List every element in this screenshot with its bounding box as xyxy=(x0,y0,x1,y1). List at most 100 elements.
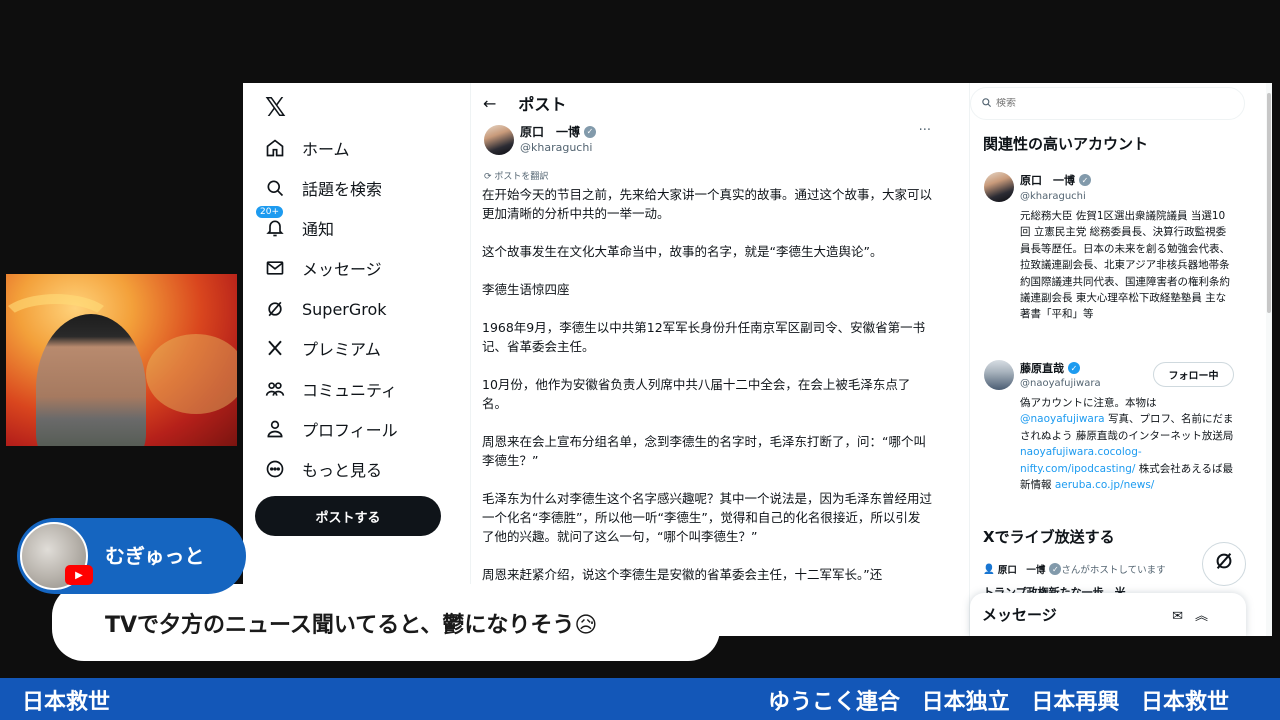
account-avatar[interactable] xyxy=(984,360,1014,390)
author-avatar[interactable] xyxy=(484,125,514,155)
account-name-text: 原口 一博 xyxy=(1020,174,1075,187)
nav-communities-label: コミュニティ xyxy=(302,381,398,400)
post-paragraph: 这个故事发生在文化大革命当中，故事的名字，就是“李德生大造舆论”。 xyxy=(482,244,883,259)
account-bio: 偽アカウントに注意。本物は@naoyafujiwara 写真、プロフ、名前にだま… xyxy=(1020,395,1235,493)
post-paragraph: 1968年9月，李德生以中共第12军军长身份升任南京军区副司令、安徽省第一书记、… xyxy=(482,320,926,354)
nav-more-label: もっと見る xyxy=(302,461,383,480)
nav-messages-label: メッセージ xyxy=(302,260,382,279)
page-title: ポスト xyxy=(518,95,567,114)
post-column: ← ポスト 原口 一博 ✓ @kharaguchi ··· ⟳ ポストを翻訳 在… xyxy=(470,83,970,636)
notification-badge: 20+ xyxy=(255,205,284,219)
live-host-line[interactable]: 👤 原口 一博 ✓ さんがホストしています xyxy=(983,562,1166,576)
post-paragraph: 毛泽东为什么对李德生这个名字感兴趣呢？其中一个说法是，因为毛泽东曾经用过一个化名… xyxy=(482,491,933,544)
account-handle[interactable]: @kharaguchi xyxy=(1020,191,1086,202)
home-icon xyxy=(263,136,287,160)
author-name[interactable]: 原口 一博 ✓ xyxy=(520,123,597,140)
nav-premium-label: プレミアム xyxy=(302,340,381,359)
more-options-icon[interactable]: ··· xyxy=(919,123,931,138)
streamer xyxy=(36,314,146,446)
author-handle[interactable]: @kharaguchi xyxy=(520,141,592,154)
post-button[interactable]: ポストする xyxy=(255,496,441,536)
x-window: 𝕏 ホーム 話題を検索 20+ 通知 メッセージ SuperGrok プレミアム… xyxy=(243,83,1272,636)
verified-badge-icon: ✓ xyxy=(1079,174,1091,186)
nav-notifications-label: 通知 xyxy=(302,220,335,239)
verified-badge-icon: ✓ xyxy=(1068,362,1080,374)
post-header: ← ポスト xyxy=(471,83,969,123)
webcam-feed xyxy=(6,274,237,446)
nav-more[interactable]: もっと見る xyxy=(263,453,382,485)
community-icon xyxy=(263,377,287,401)
live-host-suffix: さんがホストしています xyxy=(1061,565,1166,576)
left-nav: 𝕏 ホーム 話題を検索 20+ 通知 メッセージ SuperGrok プレミアム… xyxy=(243,83,469,636)
new-message-icon[interactable]: ✉ xyxy=(1172,609,1195,624)
comment-bubble: TVで夕方のニュース聞いてると、鬱になりそう😥 xyxy=(52,584,720,661)
nav-supergrok[interactable]: SuperGrok xyxy=(263,293,387,325)
nav-messages[interactable]: メッセージ xyxy=(263,252,382,284)
account-bio: 元総務大臣 佐賀1区選出衆議院議員 当選10回 立憲民主党 総務委員長、決算行政… xyxy=(1020,210,1230,321)
ticker-scroll-text: ゆうこく連合 日本独立 日本再興 日本救世 xyxy=(768,690,1229,715)
mini-person-icon: 👤 xyxy=(983,563,995,575)
dragon-backdrop xyxy=(146,334,237,414)
nav-home-label: ホーム xyxy=(302,140,350,159)
nav-profile-label: プロフィール xyxy=(302,421,398,440)
post-paragraph: 周恩来在会上宣布分组名单，念到李德生的名字时，毛泽东打断了，问：“哪个叫李德生？… xyxy=(482,434,926,468)
author-name-text: 原口 一博 xyxy=(520,125,581,139)
person-icon xyxy=(263,417,287,441)
back-arrow-icon[interactable]: ← xyxy=(483,94,496,113)
translate-icon: ⟳ xyxy=(484,172,495,182)
x-logo[interactable]: 𝕏 xyxy=(265,93,286,123)
messages-drawer-title: メッセージ xyxy=(982,606,1057,624)
verified-badge-icon: ✓ xyxy=(584,125,597,138)
translate-post-link[interactable]: ⟳ ポストを翻訳 xyxy=(484,169,548,182)
search-input[interactable] xyxy=(996,98,1196,109)
grok-icon xyxy=(263,297,287,321)
verified-badge-icon: ✓ xyxy=(1049,563,1062,575)
right-sidebar: 関連性の高いアカウント 原口 一博 ✓ @kharaguchi 元総務大臣 佐賀… xyxy=(970,83,1272,636)
comment-text: TVで夕方のニュース聞いてると、鬱になりそう😥 xyxy=(105,612,598,638)
x-icon xyxy=(263,336,287,360)
search-icon xyxy=(981,97,992,111)
grok-icon xyxy=(1213,550,1235,578)
messages-drawer[interactable]: メッセージ ✉︽ xyxy=(970,593,1246,636)
account-name-text: 藤原直哉 xyxy=(1020,362,1064,375)
bio-url-link[interactable]: naoyafujiwara.cocolog-nifty.com/ipodcast… xyxy=(1020,446,1142,474)
live-host-name: 原口 一博 xyxy=(997,565,1046,576)
commenter-badge: ▶ むぎゅっと xyxy=(17,518,246,594)
nav-supergrok-label: SuperGrok xyxy=(302,299,387,319)
post-paragraph: 周恩来赶紧介绍，说这个李德生是安徽的省革委会主任，十二军军长。”还 xyxy=(482,567,883,582)
related-accounts-title: 関連性の高いアカウント xyxy=(983,135,1149,153)
chevron-up-icon[interactable]: ︽ xyxy=(1195,609,1220,624)
youtube-icon: ▶ xyxy=(65,565,93,585)
nav-explore[interactable]: 話題を検索 xyxy=(263,172,382,204)
post-paragraph: 李德生语惊四座 xyxy=(482,282,570,297)
stream-stage: 𝕏 ホーム 話題を検索 20+ 通知 メッセージ SuperGrok プレミアム… xyxy=(0,0,1280,720)
search-box[interactable] xyxy=(970,87,1245,120)
live-section-title: Xでライブ放送する xyxy=(983,528,1115,546)
ticker-left-text: 日本救世 xyxy=(22,690,111,715)
account-name[interactable]: 原口 一博 ✓ xyxy=(1020,172,1091,188)
nav-explore-label: 話題を検索 xyxy=(302,180,383,199)
nav-premium[interactable]: プレミアム xyxy=(263,332,381,364)
account-name[interactable]: 藤原直哉 ✓ xyxy=(1020,360,1080,376)
more-circle-icon xyxy=(263,457,287,481)
scrollbar-thumb[interactable] xyxy=(1267,93,1271,313)
nav-communities[interactable]: コミュニティ xyxy=(263,373,397,405)
account-handle[interactable]: @naoyafujiwara xyxy=(1020,378,1101,389)
bio-url-link[interactable]: aeruba.co.jp/news/ xyxy=(1055,479,1154,491)
bell-icon: 20+ xyxy=(255,205,287,240)
grok-floating-button[interactable] xyxy=(1202,542,1246,586)
nav-notifications[interactable]: 20+ 通知 xyxy=(255,205,335,244)
bio-mention-link[interactable]: @naoyafujiwara xyxy=(1020,413,1105,425)
account-avatar[interactable] xyxy=(984,172,1014,202)
commenter-name: むぎゅっと xyxy=(105,544,205,568)
nav-home[interactable]: ホーム xyxy=(263,132,350,164)
search-icon xyxy=(263,176,287,200)
post-paragraph: 10月份，他作为安徽省负责人列席中共八届十二中全会，在会上被毛泽东点了名。 xyxy=(482,377,911,411)
bottom-ticker: 日本救世 ゆうこく連合 日本独立 日本再興 日本救世 xyxy=(0,678,1280,720)
messages-drawer-controls: ✉︽ xyxy=(1172,605,1220,624)
mail-icon xyxy=(263,256,287,280)
nav-profile[interactable]: プロフィール xyxy=(263,413,398,445)
following-button[interactable]: フォロー中 xyxy=(1153,362,1234,387)
post-body: 在开始今天的节目之前，先来给大家讲一个真实的故事。通过这个故事，大家可以更加清晰… xyxy=(482,185,932,603)
scrollbar[interactable] xyxy=(1266,83,1272,636)
